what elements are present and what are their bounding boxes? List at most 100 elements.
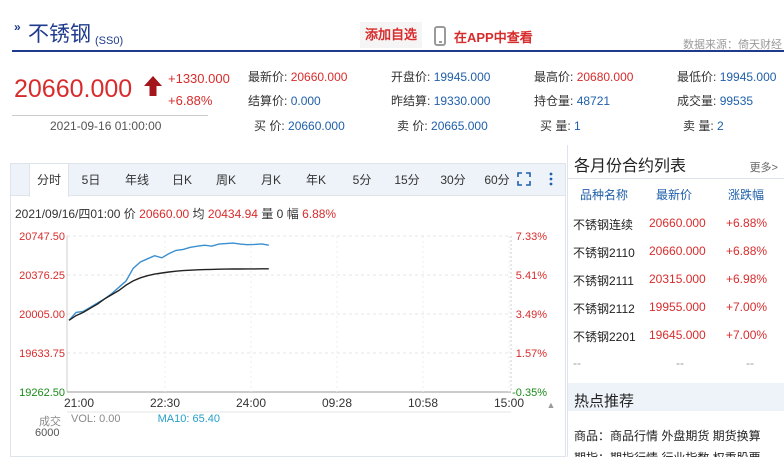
field-label: 最低价: xyxy=(677,70,717,84)
field-ask-size: 卖 量: 2 xyxy=(683,117,724,134)
field-value: 19945.000 xyxy=(719,70,777,84)
field-settle: 结算价: 0.000 xyxy=(248,92,321,109)
y-tick-left: 19262.50 xyxy=(19,387,65,399)
y-tick-left: 19633.75 xyxy=(19,348,65,360)
field-value: 20660.000 xyxy=(288,119,345,133)
field-label: 成交量: xyxy=(677,94,717,108)
contract-change: +6.88% xyxy=(726,216,768,230)
tab-30min[interactable]: 30分 xyxy=(436,164,470,196)
column-header-name: 品种名称 xyxy=(580,188,629,202)
hot-links-index[interactable]: 期指：期指行情 行业指数 权重股票 xyxy=(574,449,761,457)
field-label: 开盘价: xyxy=(391,70,431,84)
hot-section-title: 热点推荐 xyxy=(574,393,635,410)
contract-change: +7.00% xyxy=(726,328,768,342)
column-header-change: 涨跌幅 xyxy=(728,188,765,202)
more-link[interactable]: 更多> xyxy=(750,159,778,175)
field-label: 持仓量: xyxy=(534,94,574,108)
contract-change: -- xyxy=(746,356,754,370)
field-value: 1 xyxy=(574,119,581,133)
info-avg: 20434.94 xyxy=(207,207,258,221)
instrument-name: 不锈钢 xyxy=(28,22,91,46)
contract-change: +6.88% xyxy=(726,244,768,258)
price-change-percent: +6.88% xyxy=(168,93,213,108)
hot-links-commodity[interactable]: 商品：商品行情 外盘期货 期货换算 xyxy=(574,427,761,444)
fullscreen-icon[interactable] xyxy=(517,172,531,186)
y-tick-left: 20376.25 xyxy=(19,270,65,282)
up-arrow-icon xyxy=(144,76,162,96)
contract-name[interactable]: 不锈钢2110 xyxy=(573,244,635,261)
contract-price: -- xyxy=(676,356,684,370)
scroll-arrow-icon: ▲ xyxy=(547,400,556,410)
field-value: 48721 xyxy=(576,94,611,108)
field-value: 19945.000 xyxy=(433,70,491,84)
table-row[interactable]: 不锈钢2112 19955.000 +7.00% xyxy=(568,300,784,328)
phone-icon xyxy=(434,26,446,46)
volume-value: VOL: 0.00 xyxy=(71,413,121,425)
contract-name[interactable]: 不锈钢2201 xyxy=(573,328,636,345)
intraday-chart[interactable]: 20747.50 7.33% 20376.25 5.41% 20005.00 3.49% 1… xyxy=(11,220,565,416)
x-tick: 10:58 xyxy=(408,396,438,410)
field-bid: 买 价: 20660.000 xyxy=(254,117,345,134)
add-favorite-button[interactable]: 添加自选 xyxy=(360,22,422,48)
field-label: 卖 量: xyxy=(683,119,714,133)
table-row[interactable]: 不锈钢连续 20660.000 +6.88% xyxy=(568,216,784,244)
contract-name[interactable]: 不锈钢连续 xyxy=(573,216,633,233)
field-value: 20680.000 xyxy=(576,70,634,84)
price-change: +1330.000 xyxy=(168,71,230,86)
field-label: 昨结算: xyxy=(391,94,431,108)
field-value: 99535 xyxy=(719,94,754,108)
info-price-label: 价 xyxy=(123,207,136,221)
tab-yearly-k[interactable]: 年K xyxy=(301,164,331,196)
chart-panel: 分时 5日 年线 日K 周K 月K 年K 5分 15分 30分 60分 2021… xyxy=(10,163,566,457)
contract-name[interactable]: 不锈钢2111 xyxy=(573,272,634,289)
y-tick-left: 20005.00 xyxy=(19,309,65,321)
open-in-app-link[interactable]: 在APP中查看 xyxy=(454,27,533,46)
volume-axis-tick: 6000 xyxy=(35,427,60,439)
field-label: 卖 价: xyxy=(397,119,428,133)
price-series-line xyxy=(68,242,269,321)
field-value: 20660.000 xyxy=(290,70,348,84)
tab-60min[interactable]: 60分 xyxy=(480,164,514,196)
tab-monthly-k[interactable]: 月K xyxy=(256,164,286,196)
tab-weekly-k[interactable]: 周K xyxy=(211,164,241,196)
tab-5day[interactable]: 5日 xyxy=(75,164,107,196)
field-last: 最新价: 20660.000 xyxy=(248,68,347,85)
contract-price: 20315.000 xyxy=(649,272,706,286)
average-series-line xyxy=(68,268,269,321)
table-row[interactable]: 不锈钢2111 20315.000 +6.98% xyxy=(568,272,784,300)
contract-price: 20660.000 xyxy=(649,216,706,230)
more-options-icon[interactable] xyxy=(549,171,553,187)
tab-15min[interactable]: 15分 xyxy=(390,164,424,196)
field-value: 19330.000 xyxy=(433,94,491,108)
info-vol-label: 量 xyxy=(261,207,274,221)
x-tick: 21:00 xyxy=(64,396,94,410)
field-low: 最低价: 19945.000 xyxy=(677,68,776,85)
volume-info: VOL: 0.00 MA10: 65.40 xyxy=(71,413,220,425)
contract-list-title: 各月份合约列表 xyxy=(574,158,687,175)
info-avg-label: 均 xyxy=(192,207,205,221)
column-header-price: 最新价 xyxy=(656,188,693,202)
y-tick-right: 7.33% xyxy=(516,231,547,243)
field-value: 0.000 xyxy=(290,94,321,108)
info-amp-label: 幅 xyxy=(286,207,299,221)
tab-5min[interactable]: 5分 xyxy=(348,164,376,196)
field-open-interest: 持仓量: 48721 xyxy=(534,92,610,109)
contract-price: 19645.000 xyxy=(649,328,706,342)
info-vol: 0 xyxy=(276,207,284,221)
table-row[interactable]: 不锈钢2110 20660.000 +6.88% xyxy=(568,244,784,272)
info-date: 2021/09/16/四01:00 xyxy=(15,207,121,221)
field-label: 最高价: xyxy=(534,70,574,84)
contract-list-panel: 各月份合约列表 更多> 品种名称 最新价 涨跌幅 不锈钢连续 20660.000… xyxy=(567,145,784,457)
contract-change: +7.00% xyxy=(726,300,768,314)
x-tick: 24:00 xyxy=(236,396,266,410)
tab-yearline[interactable]: 年线 xyxy=(119,164,155,196)
field-prev-settle: 昨结算: 19330.000 xyxy=(391,92,490,109)
tab-intraday[interactable]: 分时 xyxy=(29,164,69,197)
field-label: 最新价: xyxy=(248,70,288,84)
tab-daily-k[interactable]: 日K xyxy=(167,164,197,196)
contract-list-divider xyxy=(568,178,784,179)
contract-price: 20660.000 xyxy=(649,244,706,258)
table-row: -- -- -- xyxy=(568,356,784,384)
contract-name[interactable]: 不锈钢2112 xyxy=(573,300,635,317)
table-row[interactable]: 不锈钢2201 19645.000 +7.00% xyxy=(568,328,784,356)
